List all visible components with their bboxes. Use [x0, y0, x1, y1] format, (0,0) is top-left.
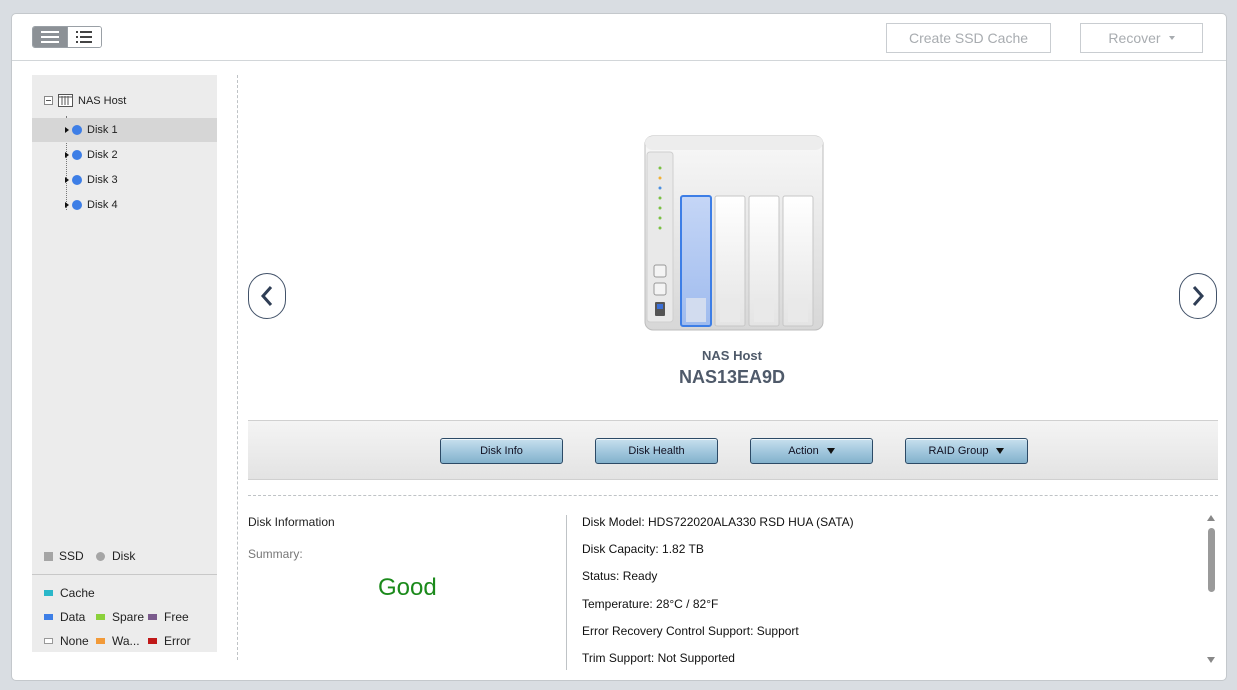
legend-ssd-label: SSD — [59, 549, 84, 563]
legend-free: Free — [148, 610, 189, 624]
action-label: Action — [788, 445, 819, 457]
legend-warning: Wa... — [96, 634, 140, 648]
legend-error: Error — [148, 634, 191, 648]
data-swatch — [44, 614, 53, 620]
create-ssd-cache-button[interactable]: Create SSD Cache — [886, 23, 1051, 53]
legend-data: Data — [44, 610, 85, 624]
next-device-button[interactable] — [1179, 273, 1217, 319]
tree-item-disk-3[interactable]: Disk 3 — [32, 168, 217, 192]
legend-none-label: None — [60, 634, 89, 648]
tree-item-label: Disk 1 — [87, 124, 118, 136]
hamburger-icon — [40, 31, 59, 43]
chevron-down-icon — [1168, 36, 1175, 40]
disk-status-dot — [72, 175, 82, 185]
device-host-label: NAS Host — [702, 348, 762, 363]
disk-status-dot — [72, 125, 82, 135]
tree-item-label: Disk 4 — [87, 199, 118, 211]
list-icon — [76, 31, 93, 43]
info-column-separator — [566, 515, 567, 670]
disk-status-dot — [72, 200, 82, 210]
info-divider — [248, 495, 1218, 496]
list-view-button[interactable] — [66, 27, 101, 47]
disk-circle-icon — [96, 551, 105, 561]
action-dropdown-button[interactable]: Action — [750, 438, 873, 464]
legend-none: None — [44, 634, 89, 648]
create-ssd-cache-label: Create SSD Cache — [908, 30, 1029, 46]
sidebar-divider — [237, 75, 238, 660]
scroll-up-icon[interactable] — [1207, 515, 1215, 521]
scroll-down-icon[interactable] — [1207, 657, 1215, 663]
cache-swatch — [44, 590, 53, 596]
grid-view-button[interactable] — [33, 27, 67, 47]
spec-disk-capacity: Disk Capacity: 1.82 TB — [582, 542, 704, 556]
none-swatch — [44, 638, 53, 644]
spec-status: Status: Ready — [582, 569, 658, 583]
legend-cache-label: Cache — [60, 586, 95, 600]
disk-info-button[interactable]: Disk Info — [440, 438, 563, 464]
previous-device-button[interactable] — [248, 273, 286, 319]
tree-item-disk-1[interactable]: Disk 1 — [32, 118, 217, 142]
free-swatch — [148, 614, 157, 620]
expand-arrow-icon[interactable] — [65, 127, 69, 133]
legend-data-label: Data — [60, 610, 86, 624]
legend-spare: Spare — [96, 610, 144, 624]
action-button-bar: Disk Info Disk Health Action RAID Group — [248, 420, 1218, 480]
info-scrollbar[interactable] — [1204, 512, 1218, 668]
ssd-square-icon — [44, 551, 53, 561]
collapse-icon[interactable] — [44, 96, 53, 105]
nas-host-icon — [58, 94, 73, 107]
storage-manager-panel: Create SSD Cache Recover NAS Host Disk 1… — [11, 13, 1227, 681]
disk-information-heading: Disk Information — [248, 515, 335, 529]
caret-down-icon — [826, 448, 835, 454]
legend-divider — [32, 574, 217, 575]
tree-item-label: Disk 2 — [87, 149, 118, 161]
raid-group-dropdown-button[interactable]: RAID Group — [905, 438, 1028, 464]
legend-disk-label: Disk — [112, 549, 136, 563]
spec-trim-support: Trim Support: Not Supported — [582, 651, 735, 665]
spec-disk-model: Disk Model: HDS722020ALA330 RSD HUA (SAT… — [582, 515, 854, 529]
tree-root-nas-host[interactable]: NAS Host — [44, 94, 126, 107]
tree-root-label: NAS Host — [78, 94, 127, 107]
expand-arrow-icon[interactable] — [65, 177, 69, 183]
spec-temperature: Temperature: 28°C / 82°F — [582, 597, 719, 611]
legend-disk: Disk — [96, 549, 135, 563]
legend-spare-label: Spare — [112, 610, 145, 624]
legend-error-label: Error — [164, 634, 191, 648]
raid-group-label: RAID Group — [928, 445, 989, 457]
legend-ssd: SSD — [44, 549, 84, 563]
spare-swatch — [96, 614, 105, 620]
caret-down-icon — [996, 448, 1005, 454]
disk-status-dot — [72, 150, 82, 160]
legend-warning-label: Wa... — [112, 634, 140, 648]
disk-info-label: Disk Info — [480, 445, 523, 457]
spec-error-recovery: Error Recovery Control Support: Support — [582, 624, 799, 638]
disk-tree-sidebar: NAS Host Disk 1 Disk 2 Disk 3 Disk 4 SSD… — [32, 75, 217, 652]
tree-item-disk-2[interactable]: Disk 2 — [32, 143, 217, 167]
top-toolbar: Create SSD Cache Recover — [12, 14, 1226, 61]
warning-swatch — [96, 638, 105, 644]
chevron-right-icon — [1192, 286, 1205, 306]
legend-cache: Cache — [44, 586, 95, 600]
error-swatch — [148, 638, 157, 644]
expand-arrow-icon[interactable] — [65, 202, 69, 208]
nas-device-image — [644, 135, 824, 331]
view-mode-toggle — [32, 26, 102, 48]
expand-arrow-icon[interactable] — [65, 152, 69, 158]
summary-value: Good — [378, 574, 437, 601]
summary-label: Summary: — [248, 547, 303, 561]
disk-health-button[interactable]: Disk Health — [595, 438, 718, 464]
legend-free-label: Free — [164, 610, 189, 624]
recover-dropdown-button[interactable]: Recover — [1080, 23, 1203, 53]
device-name: NAS13EA9D — [678, 367, 786, 387]
disk-health-label: Disk Health — [628, 445, 685, 457]
scrollbar-thumb[interactable] — [1208, 528, 1215, 592]
chevron-left-icon — [260, 286, 273, 306]
tree-item-disk-4[interactable]: Disk 4 — [32, 193, 217, 217]
tree-item-label: Disk 3 — [87, 174, 118, 186]
recover-label: Recover — [1108, 30, 1161, 46]
